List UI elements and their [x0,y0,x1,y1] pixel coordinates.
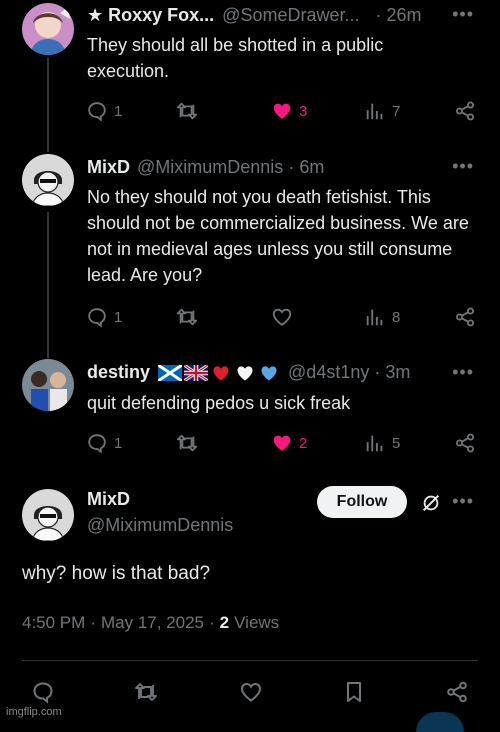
scotland-flag-icon [158,364,183,381]
share-button[interactable] [454,306,476,328]
separator: · [288,157,295,177]
main-post: MixD @MiximumDennis Follow ••• why? how … [0,480,500,721]
white-heart-icon [237,365,253,380]
bookmark-icon[interactable] [342,680,366,704]
main-action-bar [0,680,500,706]
display-name[interactable]: MixD [87,489,130,510]
action-bar: 1 3 7 [86,100,478,124]
share-button[interactable] [454,432,476,454]
avatar[interactable] [22,359,74,411]
separator: · [375,5,382,25]
retweet-button[interactable] [176,432,198,454]
retweet-icon [176,432,198,454]
retweet-icon [176,100,198,122]
reply-icon[interactable] [31,680,55,704]
reply-button[interactable]: 1 [86,306,122,328]
reply-text: quit defending pedos u sick freak [87,393,351,413]
heart-icon [271,432,293,454]
retweet-button[interactable] [176,100,198,122]
divider [22,660,478,661]
views-count: 7 [392,102,401,120]
reply-header: destiny @d4st1ny · 3m [87,362,410,383]
avatar[interactable] [22,154,74,206]
more-icon[interactable]: ••• [452,491,474,512]
views-count: 2 [219,613,230,632]
reply-icon [86,100,108,122]
heart-icon[interactable] [239,680,263,704]
handle[interactable]: @MiximumDennis [137,157,283,178]
reply-icon [86,306,108,328]
reply-count: 1 [114,102,123,120]
timestamp[interactable]: 3m [385,362,410,383]
reply-text: No they should not you death fetishist. … [87,187,469,285]
reply-button[interactable]: 1 [86,100,122,122]
timestamp[interactable]: 6m [299,157,324,178]
post-meta: 4:50 PM · May 17, 2025 · 2 Views [22,613,279,633]
reply-count: 1 [114,308,123,326]
avatar[interactable] [22,489,74,541]
views-button[interactable]: 5 [364,432,400,454]
views-count: 5 [392,434,401,452]
reply-2[interactable]: MixD @MiximumDennis · 6m ••• No they sho… [0,150,500,340]
watermark: imgflip.com [6,706,62,718]
share-icon [454,306,476,328]
heart-icon [271,100,293,122]
action-bar: 1 2 5 [86,432,478,456]
post-text: why? how is that bad? [22,563,211,584]
views-button[interactable]: 7 [364,100,400,122]
avatar[interactable] [22,3,74,55]
handle[interactable]: @MiximumDennis [87,515,233,536]
more-icon[interactable]: ••• [452,4,474,25]
share-button[interactable] [454,100,476,122]
flags-emoji [158,363,282,383]
more-icon[interactable]: ••• [452,362,474,383]
post-time[interactable]: 4:50 PM [22,613,85,633]
post-date[interactable]: May 17, 2025 [101,613,204,633]
display-name[interactable]: ★ Roxxy Fox... [87,5,214,26]
display-name[interactable]: destiny [87,362,150,383]
retweet-icon[interactable] [134,680,158,704]
separator: · [374,362,381,382]
grok-icon[interactable] [420,492,442,514]
retweet-icon [176,306,198,328]
reply-button[interactable]: 1 [86,432,122,454]
display-name[interactable]: MixD [87,157,130,178]
views-label: Views [234,613,280,632]
separator: · [90,613,96,632]
share-icon [454,100,476,122]
handle[interactable]: @SomeDrawer... [222,5,359,26]
like-button[interactable] [271,306,293,328]
views-button[interactable]: 8 [364,306,400,328]
share-icon [454,432,476,454]
red-heart-icon [213,365,229,380]
reply-text: They should all be shotted in a public e… [87,35,384,81]
heart-icon [271,306,293,328]
reply-icon [86,432,108,454]
separator: · [209,613,215,632]
like-count: 3 [299,102,308,120]
views-icon [364,100,386,122]
action-bar: 1 8 [86,306,478,330]
reply-count: 1 [114,434,123,452]
views-icon [364,432,386,454]
like-button[interactable]: 3 [271,100,307,122]
reply-header: ★ Roxxy Fox... @SomeDrawer... · 26m [87,5,422,26]
blue-heart-icon [261,365,277,380]
more-icon[interactable]: ••• [452,156,474,177]
views-count: 8 [392,308,401,326]
follow-button[interactable]: Follow [317,486,407,518]
like-button[interactable]: 2 [271,432,307,454]
reply-1[interactable]: ★ Roxxy Fox... @SomeDrawer... · 26m ••• … [0,0,500,140]
timestamp[interactable]: 26m [386,5,421,26]
handle[interactable]: @d4st1ny [288,362,369,383]
reply-header: MixD @MiximumDennis · 6m [87,157,324,178]
uk-flag-icon [184,364,209,381]
retweet-button[interactable] [176,306,198,328]
views-icon [364,306,386,328]
share-icon[interactable] [445,680,469,704]
reply-3[interactable]: destiny @d4st1ny · 3m ••• quit defending… [0,355,500,465]
like-count: 2 [299,434,308,452]
